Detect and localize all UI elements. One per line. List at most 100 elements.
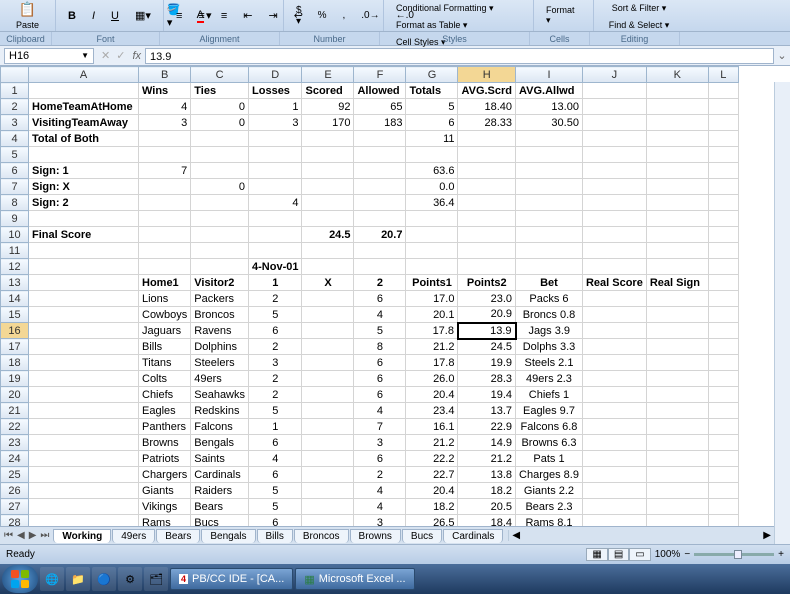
cell-H23[interactable]: 14.9 [458, 435, 516, 451]
cell-B2[interactable]: 4 [139, 99, 191, 115]
cell-B23[interactable]: Browns [139, 435, 191, 451]
cell-K13[interactable]: Real Sign [646, 275, 708, 291]
cell-G10[interactable] [406, 227, 458, 243]
cell-L1[interactable] [708, 83, 738, 99]
tab-next-icon[interactable]: ▶ [27, 530, 39, 541]
cell-B19[interactable]: Colts [139, 371, 191, 387]
start-button[interactable] [2, 565, 38, 593]
cell-D5[interactable] [249, 147, 302, 163]
cell-F15[interactable]: 4 [354, 307, 406, 323]
row-header-13[interactable]: 13 [1, 275, 29, 291]
cell-G26[interactable]: 20.4 [406, 483, 458, 499]
cell-B1[interactable]: Wins [139, 83, 191, 99]
cell-L4[interactable] [708, 131, 738, 147]
cell-B7[interactable] [139, 179, 191, 195]
cell-E18[interactable] [302, 355, 354, 371]
cell-L22[interactable] [708, 419, 738, 435]
cell-K2[interactable] [646, 99, 708, 115]
cell-G23[interactable]: 21.2 [406, 435, 458, 451]
cell-I20[interactable]: Chiefs 1 [516, 387, 583, 403]
cell-L23[interactable] [708, 435, 738, 451]
row-header-4[interactable]: 4 [1, 131, 29, 147]
row-header-16[interactable]: 16 [1, 323, 29, 339]
cell-I25[interactable]: Charges 8.9 [516, 467, 583, 483]
sort-filter-button[interactable]: Sort & Filter ▾ [605, 0, 674, 17]
cell-B6[interactable]: 7 [139, 163, 191, 179]
cell-D20[interactable]: 2 [249, 387, 302, 403]
taskbar-explorer-icon[interactable]: 📁 [66, 567, 90, 591]
cell-H17[interactable]: 24.5 [458, 339, 516, 355]
sheet-tab-bucs[interactable]: Bucs [402, 529, 442, 543]
align-left-button[interactable]: ≡ [169, 7, 189, 25]
align-right-button[interactable]: ≡ [214, 7, 234, 25]
cell-E14[interactable] [302, 291, 354, 307]
cell-L12[interactable] [708, 259, 738, 275]
cell-K17[interactable] [646, 339, 708, 355]
row-header-6[interactable]: 6 [1, 163, 29, 179]
cell-L3[interactable] [708, 115, 738, 131]
cell-D7[interactable] [249, 179, 302, 195]
cell-B10[interactable] [139, 227, 191, 243]
cell-A16[interactable] [29, 323, 139, 339]
cell-I18[interactable]: Steels 2.1 [516, 355, 583, 371]
cell-C18[interactable]: Steelers [191, 355, 249, 371]
cell-F4[interactable] [354, 131, 406, 147]
cell-G22[interactable]: 16.1 [406, 419, 458, 435]
cell-I26[interactable]: Giants 2.2 [516, 483, 583, 499]
cell-H8[interactable] [458, 195, 516, 211]
cell-B17[interactable]: Bills [139, 339, 191, 355]
col-header-L[interactable]: L [708, 67, 738, 83]
cell-F5[interactable] [354, 147, 406, 163]
cell-H2[interactable]: 18.40 [458, 99, 516, 115]
cell-E17[interactable] [302, 339, 354, 355]
col-header-H[interactable]: H [458, 67, 516, 83]
cell-I15[interactable]: Broncs 0.8 [516, 307, 583, 323]
sheet-tab-cardinals[interactable]: Cardinals [443, 529, 503, 543]
cell-E8[interactable] [302, 195, 354, 211]
cell-G2[interactable]: 5 [406, 99, 458, 115]
cell-I3[interactable]: 30.50 [516, 115, 583, 131]
row-header-27[interactable]: 27 [1, 499, 29, 515]
cell-F1[interactable]: Allowed [354, 83, 406, 99]
cell-A22[interactable] [29, 419, 139, 435]
expand-formula-bar-icon[interactable]: ⌄ [774, 49, 790, 62]
cell-D21[interactable]: 5 [249, 403, 302, 419]
cell-I23[interactable]: Browns 6.3 [516, 435, 583, 451]
cell-F23[interactable]: 3 [354, 435, 406, 451]
cell-J22[interactable] [582, 419, 646, 435]
cell-K19[interactable] [646, 371, 708, 387]
cell-D14[interactable]: 2 [249, 291, 302, 307]
cell-I5[interactable] [516, 147, 583, 163]
cell-H26[interactable]: 18.2 [458, 483, 516, 499]
taskbar-app2-icon[interactable]: 🗂 [144, 567, 168, 591]
cell-E13[interactable]: X [302, 275, 354, 291]
cell-E24[interactable] [302, 451, 354, 467]
bold-button[interactable]: B [61, 7, 83, 25]
cell-A12[interactable] [29, 259, 139, 275]
cell-L14[interactable] [708, 291, 738, 307]
cell-K8[interactable] [646, 195, 708, 211]
cell-L5[interactable] [708, 147, 738, 163]
cell-F9[interactable] [354, 211, 406, 227]
cell-A4[interactable]: Total of Both [29, 131, 139, 147]
cancel-formula-icon[interactable]: ✕ [98, 49, 113, 62]
fx-icon[interactable]: fx [132, 50, 141, 62]
cell-L11[interactable] [708, 243, 738, 259]
cell-E20[interactable] [302, 387, 354, 403]
cell-I16[interactable]: Jags 3.9 [516, 323, 583, 339]
cell-E19[interactable] [302, 371, 354, 387]
row-header-2[interactable]: 2 [1, 99, 29, 115]
cell-I11[interactable] [516, 243, 583, 259]
cell-L16[interactable] [708, 323, 738, 339]
cell-K21[interactable] [646, 403, 708, 419]
paste-button[interactable]: 📋 Paste [9, 0, 46, 33]
cell-J23[interactable] [582, 435, 646, 451]
indent-increase-button[interactable]: ⇥ [261, 6, 284, 25]
cell-A21[interactable] [29, 403, 139, 419]
cell-E11[interactable] [302, 243, 354, 259]
row-header-24[interactable]: 24 [1, 451, 29, 467]
col-header-C[interactable]: C [191, 67, 249, 83]
cell-J3[interactable] [582, 115, 646, 131]
cell-G15[interactable]: 20.1 [406, 307, 458, 323]
cell-E5[interactable] [302, 147, 354, 163]
